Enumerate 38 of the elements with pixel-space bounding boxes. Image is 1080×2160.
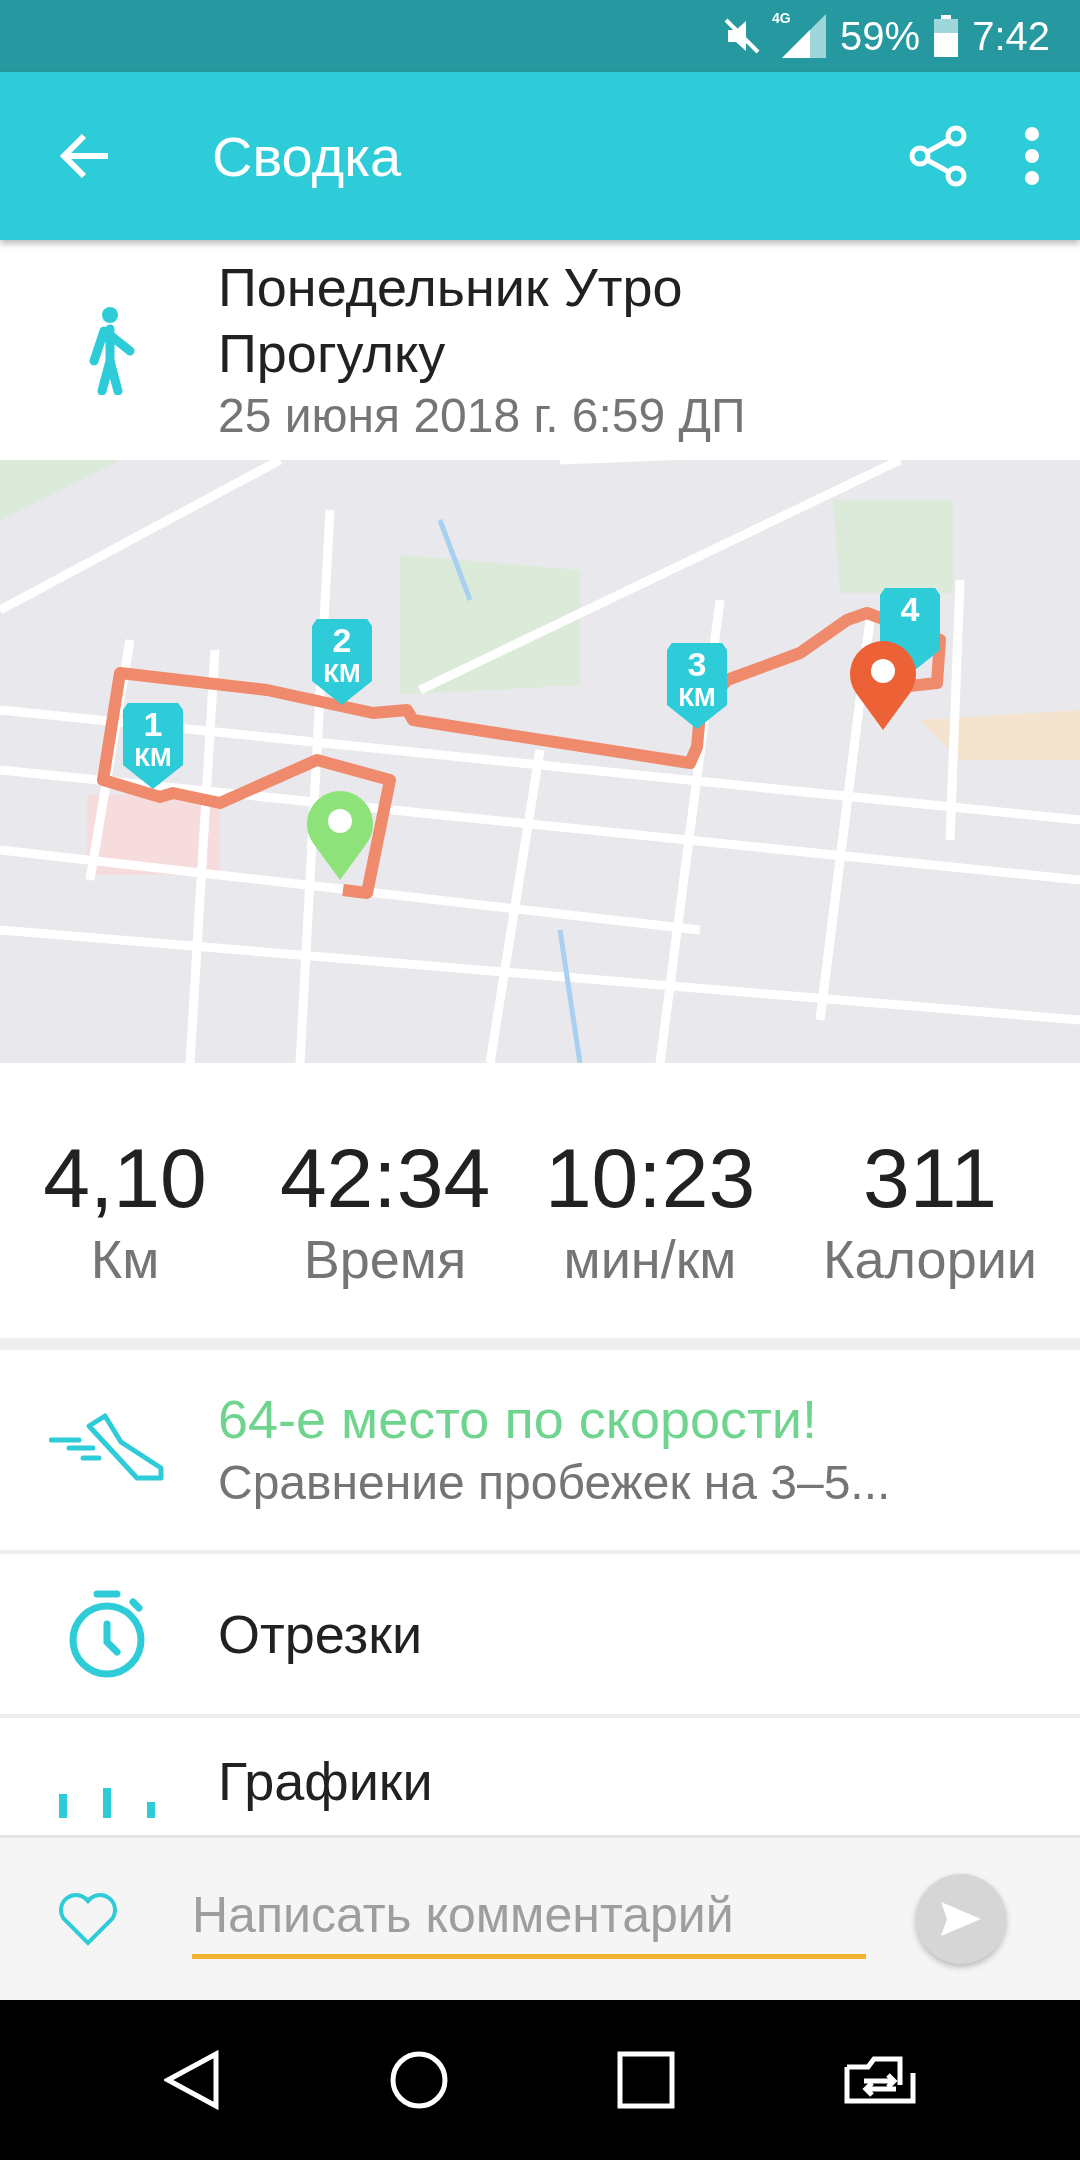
stat-label: Калории <box>823 1227 1037 1291</box>
battery-percent: 59% <box>840 13 921 59</box>
stat-value: 311 <box>863 1129 997 1226</box>
stat-label: Км <box>90 1227 160 1291</box>
activity-title: Понедельник Утро Прогулку <box>218 256 684 385</box>
list-item-title[interactable]: Графики <box>218 1748 433 1814</box>
stat-value: 42:34 <box>279 1129 491 1226</box>
list-item-title: 64-е место по скорости! <box>218 1388 818 1451</box>
stat-label: мин/км <box>563 1227 737 1291</box>
km-number: 2 <box>332 621 352 659</box>
stat-label: Время <box>303 1227 467 1291</box>
battery-icon <box>934 15 959 57</box>
screen-title: Сводка <box>212 123 403 189</box>
switch-apps-icon[interactable] <box>843 2055 916 2105</box>
finish-pin-icon <box>848 638 918 730</box>
clock: 7:42 <box>972 13 1050 59</box>
km-unit: КМ <box>323 659 361 687</box>
activity-date: 25 июня 2018 г. 6:59 ДП <box>218 388 747 444</box>
send-icon <box>941 1902 981 1936</box>
heart-icon[interactable] <box>56 1891 120 1947</box>
back-icon[interactable] <box>164 2050 221 2110</box>
network-label: 4G <box>772 10 791 26</box>
list-item-title[interactable]: Отрезки <box>218 1601 423 1667</box>
stat-value: 10:23 <box>544 1129 756 1226</box>
km-number: 3 <box>687 645 707 683</box>
km-number: 4 <box>900 590 920 628</box>
home-icon[interactable] <box>388 2050 449 2110</box>
start-pin-icon <box>305 788 375 880</box>
recents-icon[interactable] <box>617 2051 676 2109</box>
list-item-subtitle: Сравнение пробежек на 3–5... <box>218 1455 891 1511</box>
comment-field[interactable]: Написать комментарий <box>192 1879 866 1959</box>
stat-value: 4,10 <box>43 1129 207 1226</box>
comment-bar[interactable]: Написать комментарий <box>0 1835 1080 2000</box>
more-icon[interactable] <box>1022 126 1042 186</box>
send-button[interactable] <box>916 1874 1006 1964</box>
km-unit: КМ <box>134 743 172 771</box>
km-number: 1 <box>143 705 163 743</box>
km-unit: КМ <box>678 683 716 711</box>
